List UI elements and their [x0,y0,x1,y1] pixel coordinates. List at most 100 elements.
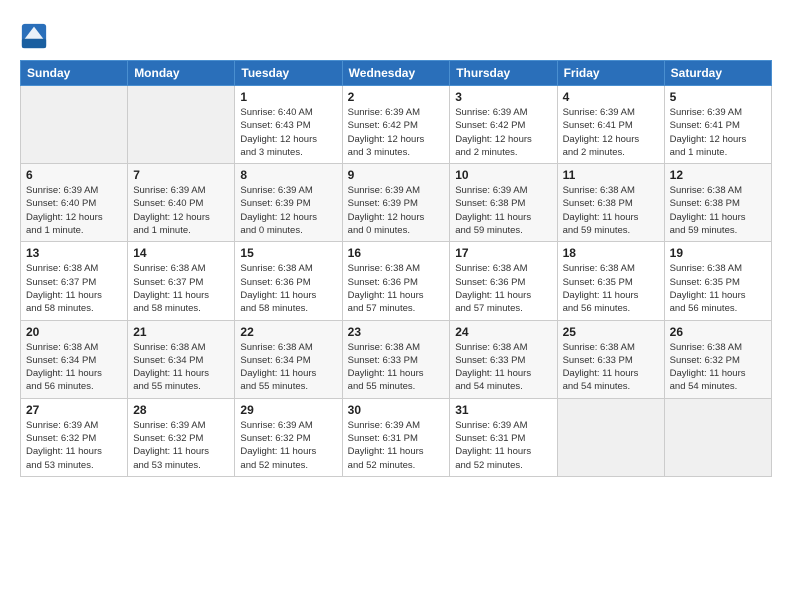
weekday-header: Monday [128,61,235,86]
day-number: 9 [348,168,445,182]
day-info: Sunrise: 6:38 AM Sunset: 6:37 PM Dayligh… [133,262,229,315]
day-info: Sunrise: 6:38 AM Sunset: 6:36 PM Dayligh… [240,262,336,315]
calendar-week-row: 20 Sunrise: 6:38 AM Sunset: 6:34 PM Dayli… [21,320,772,398]
calendar-cell: 3 Sunrise: 6:39 AM Sunset: 6:42 PM Daylig… [450,86,557,164]
calendar-cell [128,86,235,164]
calendar-cell: 22 Sunrise: 6:38 AM Sunset: 6:34 PM Dayli… [235,320,342,398]
day-info: Sunrise: 6:39 AM Sunset: 6:40 PM Dayligh… [133,184,229,237]
day-number: 14 [133,246,229,260]
day-info: Sunrise: 6:40 AM Sunset: 6:43 PM Dayligh… [240,106,336,159]
calendar-cell: 7 Sunrise: 6:39 AM Sunset: 6:40 PM Daylig… [128,164,235,242]
calendar-week-row: 27 Sunrise: 6:39 AM Sunset: 6:32 PM Dayli… [21,398,772,476]
day-info: Sunrise: 6:38 AM Sunset: 6:34 PM Dayligh… [240,341,336,394]
day-info: Sunrise: 6:39 AM Sunset: 6:42 PM Dayligh… [348,106,445,159]
calendar-week-row: 13Sunrise: 6:38 AM Sunset: 6:37 PM Dayli… [21,242,772,320]
day-info: Sunrise: 6:38 AM Sunset: 6:34 PM Dayligh… [133,341,229,394]
day-number: 19 [670,246,766,260]
day-number: 26 [670,325,766,339]
calendar-cell: 2Sunrise: 6:39 AM Sunset: 6:42 PM Daylig… [342,86,450,164]
day-info: Sunrise: 6:38 AM Sunset: 6:34 PM Dayligh… [26,341,122,394]
page: SundayMondayTuesdayWednesdayThursdayFrid… [0,0,792,612]
header [20,18,772,50]
calendar-cell: 18 Sunrise: 6:38 AM Sunset: 6:35 PM Dayli… [557,242,664,320]
day-number: 21 [133,325,229,339]
calendar-week-row: 1 Sunrise: 6:40 AM Sunset: 6:43 PM Daylig… [21,86,772,164]
day-number: 20 [26,325,122,339]
calendar-cell: 9Sunrise: 6:39 AM Sunset: 6:39 PM Daylig… [342,164,450,242]
day-number: 1 [240,90,336,104]
calendar-cell: 4Sunrise: 6:39 AM Sunset: 6:41 PM Daylig… [557,86,664,164]
calendar-cell [664,398,771,476]
logo-icon [20,22,48,50]
day-info: Sunrise: 6:39 AM Sunset: 6:39 PM Dayligh… [240,184,336,237]
calendar-cell: 13Sunrise: 6:38 AM Sunset: 6:37 PM Dayli… [21,242,128,320]
calendar-cell: 25Sunrise: 6:38 AM Sunset: 6:33 PM Dayli… [557,320,664,398]
day-number: 15 [240,246,336,260]
day-info: Sunrise: 6:39 AM Sunset: 6:42 PM Dayligh… [455,106,551,159]
day-info: Sunrise: 6:38 AM Sunset: 6:37 PM Dayligh… [26,262,122,315]
day-number: 7 [133,168,229,182]
day-info: Sunrise: 6:39 AM Sunset: 6:41 PM Dayligh… [670,106,766,159]
calendar-cell: 5Sunrise: 6:39 AM Sunset: 6:41 PM Daylig… [664,86,771,164]
calendar-cell: 16 Sunrise: 6:38 AM Sunset: 6:36 PM Dayli… [342,242,450,320]
day-number: 6 [26,168,122,182]
day-number: 4 [563,90,659,104]
calendar-cell: 21 Sunrise: 6:38 AM Sunset: 6:34 PM Dayli… [128,320,235,398]
day-info: Sunrise: 6:39 AM Sunset: 6:32 PM Dayligh… [133,419,229,472]
calendar-cell: 30 Sunrise: 6:39 AM Sunset: 6:31 PM Dayli… [342,398,450,476]
day-info: Sunrise: 6:38 AM Sunset: 6:33 PM Dayligh… [563,341,659,394]
calendar-cell: 11 Sunrise: 6:38 AM Sunset: 6:38 PM Dayli… [557,164,664,242]
day-info: Sunrise: 6:39 AM Sunset: 6:32 PM Dayligh… [26,419,122,472]
day-info: Sunrise: 6:38 AM Sunset: 6:36 PM Dayligh… [455,262,551,315]
day-number: 17 [455,246,551,260]
weekday-header: Sunday [21,61,128,86]
logo [20,22,50,50]
day-number: 28 [133,403,229,417]
calendar-cell: 6 Sunrise: 6:39 AM Sunset: 6:40 PM Daylig… [21,164,128,242]
calendar-cell: 8 Sunrise: 6:39 AM Sunset: 6:39 PM Daylig… [235,164,342,242]
calendar-cell: 28 Sunrise: 6:39 AM Sunset: 6:32 PM Dayli… [128,398,235,476]
day-number: 23 [348,325,445,339]
weekday-header: Thursday [450,61,557,86]
calendar-week-row: 6 Sunrise: 6:39 AM Sunset: 6:40 PM Daylig… [21,164,772,242]
weekday-header-row: SundayMondayTuesdayWednesdayThursdayFrid… [21,61,772,86]
weekday-header: Tuesday [235,61,342,86]
day-number: 16 [348,246,445,260]
calendar-cell: 24 Sunrise: 6:38 AM Sunset: 6:33 PM Dayli… [450,320,557,398]
calendar-cell: 29Sunrise: 6:39 AM Sunset: 6:32 PM Dayli… [235,398,342,476]
day-number: 30 [348,403,445,417]
calendar-cell: 12 Sunrise: 6:38 AM Sunset: 6:38 PM Dayli… [664,164,771,242]
day-number: 12 [670,168,766,182]
day-info: Sunrise: 6:38 AM Sunset: 6:33 PM Dayligh… [348,341,445,394]
day-number: 3 [455,90,551,104]
day-info: Sunrise: 6:39 AM Sunset: 6:40 PM Dayligh… [26,184,122,237]
day-info: Sunrise: 6:38 AM Sunset: 6:38 PM Dayligh… [670,184,766,237]
day-number: 11 [563,168,659,182]
calendar-cell: 10Sunrise: 6:39 AM Sunset: 6:38 PM Dayli… [450,164,557,242]
day-number: 27 [26,403,122,417]
day-info: Sunrise: 6:38 AM Sunset: 6:35 PM Dayligh… [563,262,659,315]
day-info: Sunrise: 6:39 AM Sunset: 6:31 PM Dayligh… [348,419,445,472]
calendar-cell: 26 Sunrise: 6:38 AM Sunset: 6:32 PM Dayli… [664,320,771,398]
day-number: 24 [455,325,551,339]
calendar-cell: 17 Sunrise: 6:38 AM Sunset: 6:36 PM Dayli… [450,242,557,320]
day-info: Sunrise: 6:38 AM Sunset: 6:33 PM Dayligh… [455,341,551,394]
calendar-cell: 1 Sunrise: 6:40 AM Sunset: 6:43 PM Daylig… [235,86,342,164]
day-number: 29 [240,403,336,417]
calendar-cell: 14 Sunrise: 6:38 AM Sunset: 6:37 PM Dayli… [128,242,235,320]
day-info: Sunrise: 6:38 AM Sunset: 6:35 PM Dayligh… [670,262,766,315]
day-number: 22 [240,325,336,339]
calendar-cell: 15 Sunrise: 6:38 AM Sunset: 6:36 PM Dayli… [235,242,342,320]
calendar-table: SundayMondayTuesdayWednesdayThursdayFrid… [20,60,772,477]
calendar-cell: 27 Sunrise: 6:39 AM Sunset: 6:32 PM Dayli… [21,398,128,476]
day-number: 8 [240,168,336,182]
weekday-header: Saturday [664,61,771,86]
day-number: 10 [455,168,551,182]
calendar-cell [557,398,664,476]
weekday-header: Wednesday [342,61,450,86]
day-info: Sunrise: 6:38 AM Sunset: 6:32 PM Dayligh… [670,341,766,394]
day-info: Sunrise: 6:38 AM Sunset: 6:36 PM Dayligh… [348,262,445,315]
day-info: Sunrise: 6:38 AM Sunset: 6:38 PM Dayligh… [563,184,659,237]
calendar-cell: 19 Sunrise: 6:38 AM Sunset: 6:35 PM Dayli… [664,242,771,320]
day-number: 18 [563,246,659,260]
